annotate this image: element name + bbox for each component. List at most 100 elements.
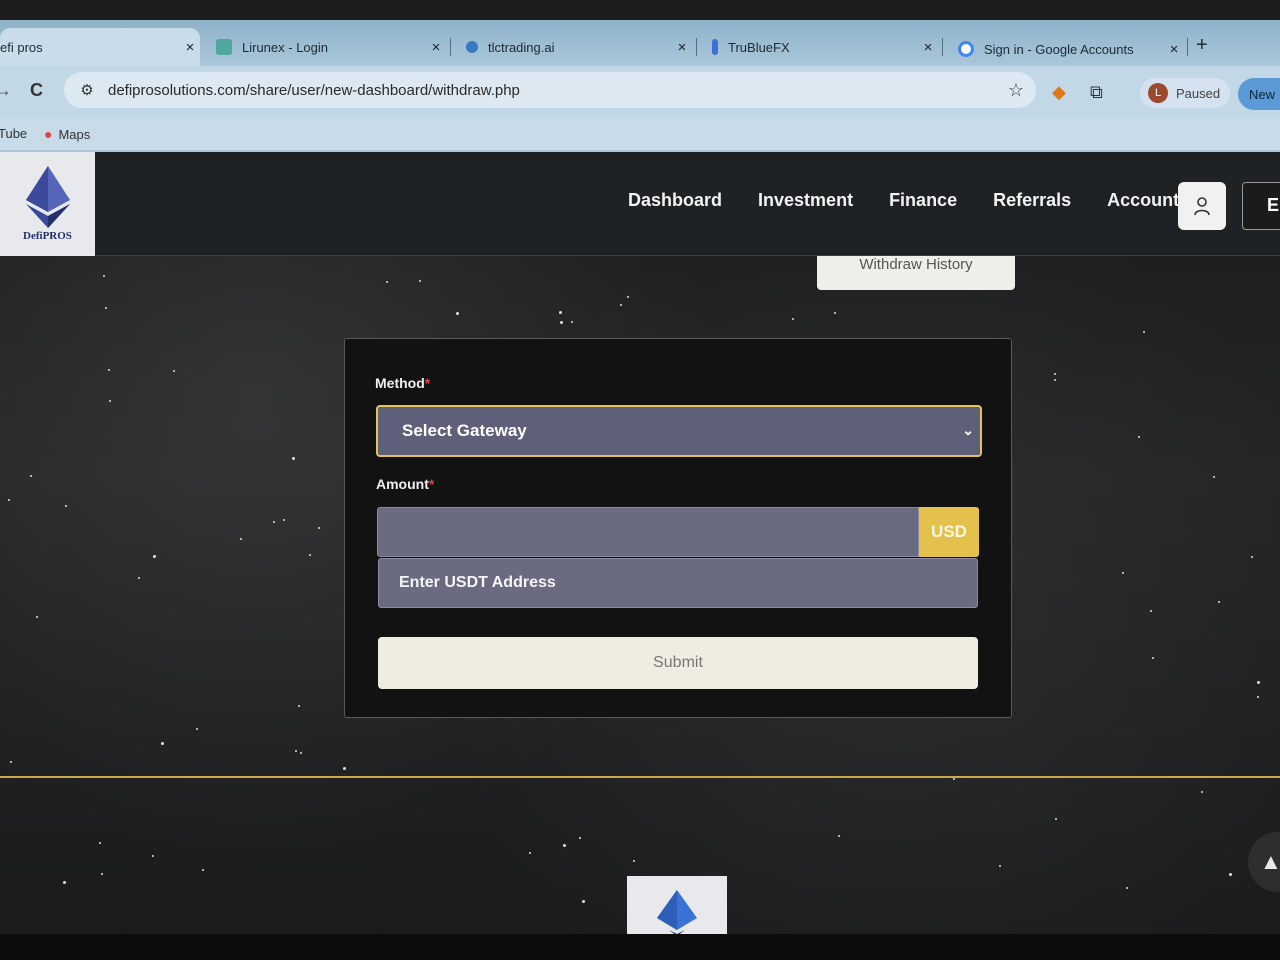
star-dot [386, 281, 388, 283]
star-dot [571, 321, 573, 323]
tab-label: Sign in - Google Accounts [984, 41, 1134, 57]
close-icon[interactable]: × [426, 39, 446, 56]
tab-google-sign-in[interactable]: Sign in - Google Accounts × [948, 30, 1184, 68]
star-dot [65, 505, 67, 507]
profile-button[interactable]: L Paused [1140, 78, 1230, 108]
tab-label: TruBlueFX [728, 39, 790, 55]
amount-input[interactable] [377, 507, 919, 557]
tab-tlctrading[interactable]: tlctrading.ai × [456, 28, 692, 66]
maps-pin-icon: ● [44, 126, 53, 142]
star-dot [1257, 681, 1260, 684]
star-dot [627, 296, 629, 298]
close-icon[interactable]: × [1164, 41, 1184, 58]
metamask-fox-icon[interactable]: ◆ [1052, 82, 1066, 103]
star-dot [152, 855, 154, 857]
star-dot [582, 900, 585, 903]
star-dot [138, 577, 140, 579]
browser-tab-strip: efi pros × Lirunex - Login × tlctrading.… [0, 0, 1280, 66]
star-dot [10, 761, 12, 763]
star-dot [8, 499, 10, 501]
tab-separator [942, 38, 943, 56]
reload-button[interactable]: C [30, 80, 43, 101]
bookmark-maps[interactable]: ● Maps [44, 126, 90, 142]
site-logo[interactable]: DefiPROS [0, 152, 95, 256]
star-dot [563, 844, 566, 847]
star-dot [559, 311, 562, 314]
nav-referrals[interactable]: Referrals [993, 190, 1071, 211]
avatar: L [1148, 83, 1168, 103]
tab-defi-pros[interactable]: efi pros × [0, 28, 200, 66]
star-dot [456, 312, 459, 315]
scroll-top-button[interactable]: ▲ [1248, 832, 1280, 892]
bookmarks-bar: Tube ● Maps [0, 116, 1280, 152]
star-dot [1150, 610, 1152, 612]
new-chrome-button[interactable]: New [1238, 78, 1280, 110]
rocket-icon: ▲ [1260, 849, 1280, 874]
nav-finance[interactable]: Finance [889, 190, 957, 211]
required-mark: * [424, 375, 431, 391]
star-dot [36, 616, 38, 618]
star-dot [196, 728, 198, 730]
tab-separator [450, 38, 451, 56]
site-settings-icon[interactable]: ⚙ [72, 81, 102, 99]
star-dot [633, 860, 635, 862]
star-dot [298, 705, 300, 707]
close-icon[interactable]: × [918, 39, 938, 56]
submit-button[interactable]: Submit [378, 637, 978, 689]
star-dot [1122, 572, 1124, 574]
star-dot [1213, 476, 1215, 478]
bookmark-star-icon[interactable]: ☆ [996, 80, 1036, 101]
site-header: DefiPROS Dashboard Investment Finance Re… [0, 152, 1280, 256]
forward-icon[interactable]: → [0, 80, 12, 101]
page-content: DefiPROS Dashboard Investment Finance Re… [0, 152, 1280, 960]
usdt-address-input[interactable]: Enter USDT Address [378, 558, 978, 608]
nav-investment[interactable]: Investment [758, 190, 853, 211]
close-icon[interactable]: × [672, 39, 692, 56]
star-dot [161, 742, 164, 745]
star-dot [1251, 556, 1253, 558]
tab-trubluefx[interactable]: TruBlueFX × [702, 28, 938, 66]
star-dot [419, 280, 421, 282]
star-dot [1257, 696, 1259, 698]
star-dot [999, 865, 1001, 867]
tab-separator [1187, 38, 1188, 56]
nav-account[interactable]: Account [1107, 190, 1179, 211]
star-dot [108, 369, 110, 371]
ethereum-diamond-icon [657, 890, 697, 936]
currency-addon: USD [919, 507, 979, 557]
header-extra-button[interactable]: E [1242, 182, 1280, 230]
star-dot [63, 881, 66, 884]
star-dot [1055, 818, 1057, 820]
new-tab-button[interactable]: + [1196, 34, 1208, 57]
withdraw-history-button[interactable]: Withdraw History [817, 256, 1015, 290]
star-dot [99, 842, 101, 844]
google-g-icon [958, 41, 974, 57]
footer-logo[interactable] [627, 876, 727, 936]
chevron-down-icon: ⌄ [962, 422, 974, 438]
globe-icon [466, 41, 478, 53]
tab-label: Lirunex - Login [242, 39, 328, 55]
main-nav: Dashboard Investment Finance Referrals A… [628, 190, 1179, 211]
nav-dashboard[interactable]: Dashboard [628, 190, 722, 211]
method-label: Method* [375, 375, 430, 391]
star-dot [529, 852, 531, 854]
close-icon[interactable]: × [180, 39, 200, 56]
method-label-text: Method [375, 375, 425, 391]
star-dot [318, 527, 320, 529]
extensions-puzzle-icon[interactable]: ⧉ [1090, 82, 1103, 103]
tab-label: efi pros [0, 39, 43, 55]
bookmark-label: Tube [0, 126, 28, 141]
star-dot [202, 869, 204, 871]
bookmark-youtube[interactable]: Tube [0, 126, 27, 141]
address-bar[interactable]: ⚙ defiprosolutions.com/share/user/new-da… [64, 72, 1036, 108]
user-profile-button[interactable] [1178, 182, 1226, 230]
browser-toolbar: → C ⚙ defiprosolutions.com/share/user/ne… [0, 66, 1280, 116]
tab-lirunex[interactable]: Lirunex - Login × [206, 28, 446, 66]
star-dot [283, 519, 285, 521]
star-dot [240, 538, 242, 540]
section-divider [0, 776, 1280, 778]
gateway-select[interactable]: Select Gateway ⌄ [376, 405, 982, 457]
star-dot [292, 457, 295, 460]
screen-bezel [0, 934, 1280, 960]
star-dot [300, 752, 302, 754]
